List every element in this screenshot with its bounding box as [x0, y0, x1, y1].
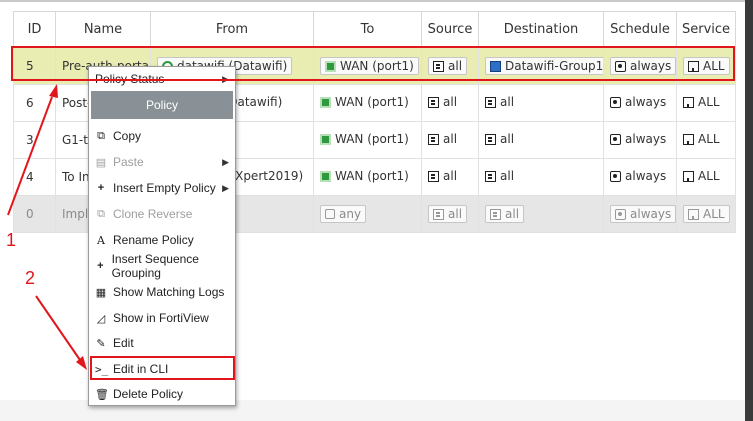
annotation-arrows — [7, 84, 87, 370]
arrow-1 — [7, 96, 53, 216]
annotation-label-2: 2 — [25, 268, 36, 288]
arrow-2 — [35, 295, 81, 361]
arrow-1-head — [49, 84, 58, 98]
annotation-label-1: 1 — [6, 230, 17, 250]
